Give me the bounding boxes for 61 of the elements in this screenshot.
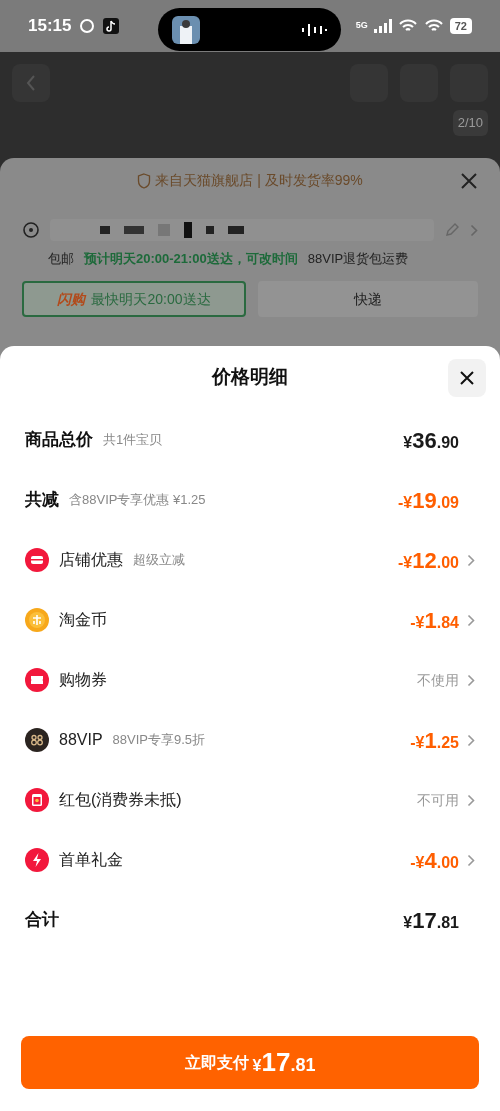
row-label: 商品总价 <box>25 429 93 452</box>
amount: ¥17.81 <box>403 913 459 931</box>
row-label: 首单礼金 <box>59 850 123 870</box>
delivery-estimate: 预计明天20:00-21:00送达，可改时间 <box>84 251 298 266</box>
chevron-right-icon <box>467 733 475 747</box>
vip-icon <box>25 728 49 752</box>
pay-button[interactable]: 立即支付 ¥17.81 <box>21 1036 479 1089</box>
location-icon <box>22 221 40 239</box>
amount: -¥12.00 <box>398 553 459 571</box>
row-note: 超级立减 <box>133 551 185 570</box>
close-button[interactable] <box>448 359 486 397</box>
wifi-icon <box>423 18 444 34</box>
store-banner-text: 来自天猫旗舰店 | 及时发货率99% <box>155 171 363 190</box>
envelope-icon <box>25 788 49 812</box>
row-label: 88VIP <box>59 730 103 750</box>
coin-icon <box>25 608 49 632</box>
chevron-right-icon <box>467 853 475 867</box>
time: 15:15 <box>28 15 72 38</box>
ticket-icon <box>25 668 49 692</box>
wifi-icon <box>397 18 418 34</box>
close-icon[interactable] <box>460 171 478 190</box>
status-text: 不使用 <box>417 670 459 690</box>
app-icon <box>103 18 120 34</box>
amount: -¥1.25 <box>410 733 459 751</box>
chevron-right-icon <box>467 553 475 567</box>
battery-level: 72 <box>449 18 472 34</box>
network-label: 5G <box>355 19 368 33</box>
status-text: 不可用 <box>417 790 459 810</box>
vip-return-note: 88VIP退货包运费 <box>307 251 409 266</box>
row-label: 淘金币 <box>59 610 107 630</box>
amount: -¥4.00 <box>410 853 459 871</box>
chevron-right-icon <box>470 223 478 237</box>
app-icon <box>79 18 96 34</box>
close-icon <box>459 370 475 386</box>
row-label: 合计 <box>25 909 59 932</box>
back-icon <box>26 75 36 91</box>
amount: -¥1.84 <box>410 613 459 631</box>
row-label: 店铺优惠 <box>59 550 123 570</box>
row-note: 88VIP专享9.5折 <box>112 731 206 750</box>
signal-icon <box>373 19 392 33</box>
sheet-title: 价格明细 <box>212 364 288 389</box>
shipping-text: 包邮 <box>48 251 74 266</box>
row-note: 含88VIP专享优惠 ¥1.25 <box>69 491 206 510</box>
back-button[interactable] <box>12 64 50 102</box>
shield-icon <box>137 172 152 189</box>
store-icon <box>25 548 49 572</box>
chevron-right-icon <box>467 613 475 627</box>
amount: ¥36.90 <box>403 433 459 451</box>
row-label: 红包(消费券未抵) <box>59 790 182 810</box>
chevron-right-icon <box>467 793 475 807</box>
row-label: 共减 <box>25 489 59 512</box>
delivery-option[interactable]: 快递 <box>258 281 478 317</box>
chevron-right-icon <box>467 673 475 687</box>
amount: -¥19.09 <box>398 493 459 511</box>
page-counter: 2/10 <box>452 110 488 136</box>
audio-wave-icon <box>301 21 327 38</box>
lightning-icon <box>25 848 49 872</box>
edit-icon[interactable] <box>444 222 460 238</box>
delivery-option[interactable]: 闪购 最快明天20:00送达 <box>22 281 246 317</box>
row-note: 共1件宝贝 <box>103 431 163 450</box>
row-label: 购物券 <box>59 670 107 690</box>
